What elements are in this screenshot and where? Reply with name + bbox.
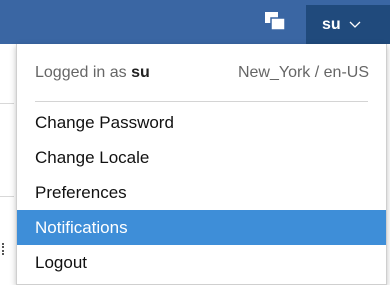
menu-item-notifications[interactable]: Notifications	[17, 210, 386, 245]
background-divider	[0, 196, 14, 197]
menu-item-change-password[interactable]: Change Password	[17, 105, 386, 140]
background-marker	[2, 243, 6, 255]
menu-item-preferences[interactable]: Preferences	[17, 175, 386, 210]
menu-list: Change Password Change Locale Preference…	[17, 105, 386, 280]
stacked-windows-icon[interactable]	[265, 12, 285, 30]
menu-separator	[35, 101, 368, 102]
top-bar: su	[0, 0, 390, 44]
user-menu-label: su	[322, 15, 341, 33]
chevron-down-icon	[349, 21, 361, 28]
user-menu-button[interactable]: su	[306, 5, 390, 44]
menu-item-logout[interactable]: Logout	[17, 245, 386, 280]
session-info: Logged in as su New_York / en-US	[17, 44, 386, 102]
menu-item-change-locale[interactable]: Change Locale	[17, 140, 386, 175]
logged-in-username: su	[131, 64, 150, 81]
logged-in-prefix: Logged in as	[35, 64, 132, 81]
user-dropdown-menu: Logged in as su New_York / en-US Change …	[16, 44, 387, 285]
locale-text: New_York / en-US	[237, 64, 369, 81]
background-divider	[0, 103, 14, 104]
logged-in-text: Logged in as su	[35, 64, 150, 82]
